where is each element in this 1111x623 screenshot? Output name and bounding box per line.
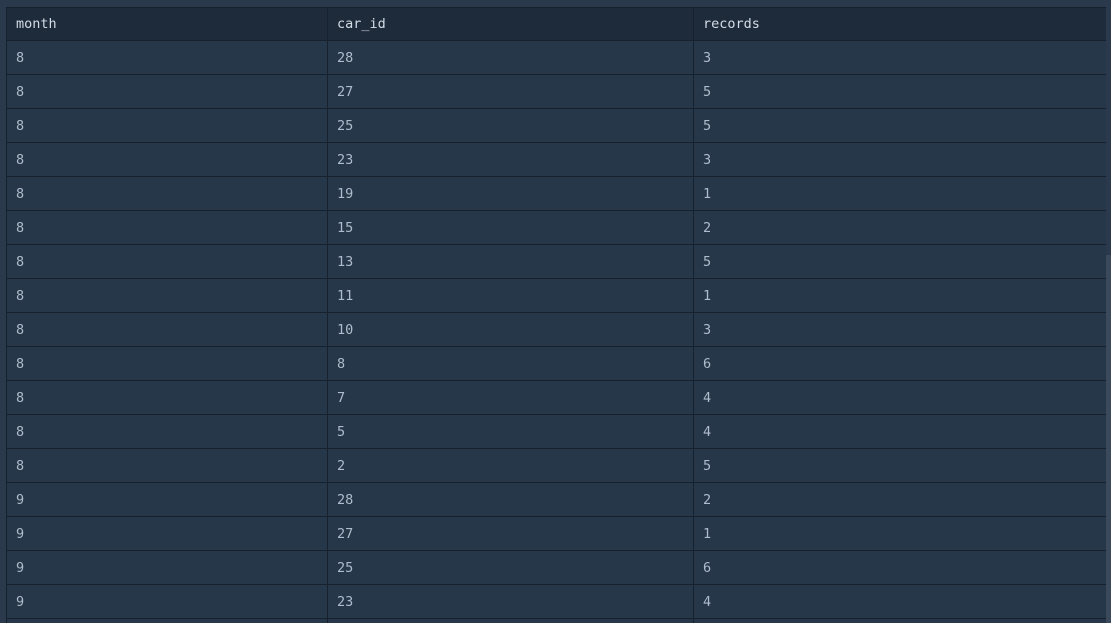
cell-car-id <box>327 618 694 623</box>
cell-records: 5 <box>693 74 1106 109</box>
column-header-records[interactable]: records <box>693 7 1106 41</box>
cell-car-id: 28 <box>327 40 694 75</box>
cell-car-id: 23 <box>327 584 694 619</box>
table-row[interactable] <box>6 618 1106 623</box>
cell-car-id: 23 <box>327 142 694 177</box>
cell-month: 9 <box>6 516 328 551</box>
cell-car-id: 2 <box>327 448 694 483</box>
column-header-car-id[interactable]: car_id <box>327 7 694 41</box>
cell-car-id: 25 <box>327 550 694 585</box>
cell-records: 4 <box>693 414 1106 449</box>
header-row: month car_id records <box>6 7 1106 41</box>
table-row[interactable]: 854 <box>6 414 1106 449</box>
cell-car-id: 7 <box>327 380 694 415</box>
table-row[interactable]: 825 <box>6 448 1106 483</box>
table-row[interactable]: 8 15 2 <box>6 210 1106 245</box>
cell-records: 4 <box>693 584 1106 619</box>
results-panel: month car_id records 8 28 3 8 27 5 8 25 5 8 23 3 8 19… <box>0 0 1111 623</box>
cell-records: 5 <box>693 448 1106 483</box>
table-row[interactable]: 8 25 5 <box>6 108 1106 143</box>
cell-month: 8 <box>6 142 328 177</box>
results-table-container[interactable]: month car_id records 8 28 3 8 27 5 8 25 5 8 23 3 8 19… <box>6 7 1106 623</box>
cell-car-id: 13 <box>327 244 694 279</box>
table-row[interactable]: 9 28 2 <box>6 482 1106 517</box>
cell-records: 3 <box>693 40 1106 75</box>
cell-month: 8 <box>6 74 328 109</box>
cell-month: 8 <box>6 278 328 313</box>
cell-month: 8 <box>6 176 328 211</box>
cell-records: 5 <box>693 244 1106 279</box>
cell-records: 6 <box>693 550 1106 585</box>
cell-records: 1 <box>693 176 1106 211</box>
table-body: 8 28 3 8 27 5 8 25 5 8 23 3 8 19 1 8 15 2 8 13 5 8 11 1 8 10 3 8 8 6 8… <box>6 40 1106 623</box>
cell-car-id: 25 <box>327 108 694 143</box>
cell-month: 9 <box>6 584 328 619</box>
cell-records: 1 <box>693 516 1106 551</box>
cell-records <box>693 618 1106 623</box>
cell-records: 3 <box>693 312 1106 347</box>
cell-car-id: 8 <box>327 346 694 381</box>
table-row[interactable]: 8 11 1 <box>6 278 1106 313</box>
table-row[interactable]: 8 19 1 <box>6 176 1106 211</box>
table-row[interactable]: 8 28 3 <box>6 40 1106 75</box>
cell-month: 8 <box>6 108 328 143</box>
cell-month: 8 <box>6 448 328 483</box>
cell-car-id: 27 <box>327 516 694 551</box>
table-row[interactable]: 9 25 6 <box>6 550 1106 585</box>
cell-month: 8 <box>6 346 328 381</box>
table-row[interactable]: 874 <box>6 380 1106 415</box>
cell-records: 4 <box>693 380 1106 415</box>
table-row[interactable]: 8 10 3 <box>6 312 1106 347</box>
cell-month: 8 <box>6 210 328 245</box>
cell-records: 3 <box>693 142 1106 177</box>
cell-car-id: 28 <box>327 482 694 517</box>
cell-month: 9 <box>6 482 328 517</box>
cell-month <box>6 618 328 623</box>
cell-car-id: 19 <box>327 176 694 211</box>
table-row[interactable]: 9 27 1 <box>6 516 1106 551</box>
table-row[interactable]: 9 23 4 <box>6 584 1106 619</box>
cell-car-id: 11 <box>327 278 694 313</box>
column-header-month[interactable]: month <box>6 7 328 41</box>
cell-car-id: 15 <box>327 210 694 245</box>
cell-records: 2 <box>693 210 1106 245</box>
cell-month: 8 <box>6 40 328 75</box>
cell-month: 8 <box>6 312 328 347</box>
cell-records: 2 <box>693 482 1106 517</box>
cell-car-id: 10 <box>327 312 694 347</box>
cell-month: 9 <box>6 550 328 585</box>
cell-records: 5 <box>693 108 1106 143</box>
table-row[interactable]: 8 23 3 <box>6 142 1106 177</box>
cell-month: 8 <box>6 414 328 449</box>
results-table: month car_id records 8 28 3 8 27 5 8 25 5 8 23 3 8 19… <box>6 7 1106 623</box>
cell-records: 6 <box>693 346 1106 381</box>
vertical-scrollbar[interactable] <box>1106 0 1111 623</box>
cell-month: 8 <box>6 380 328 415</box>
cell-car-id: 5 <box>327 414 694 449</box>
table-row[interactable]: 886 <box>6 346 1106 381</box>
table-row[interactable]: 8 27 5 <box>6 74 1106 109</box>
cell-records: 1 <box>693 278 1106 313</box>
scrollbar-thumb[interactable] <box>1106 255 1111 623</box>
cell-car-id: 27 <box>327 74 694 109</box>
cell-month: 8 <box>6 244 328 279</box>
table-row[interactable]: 8 13 5 <box>6 244 1106 279</box>
